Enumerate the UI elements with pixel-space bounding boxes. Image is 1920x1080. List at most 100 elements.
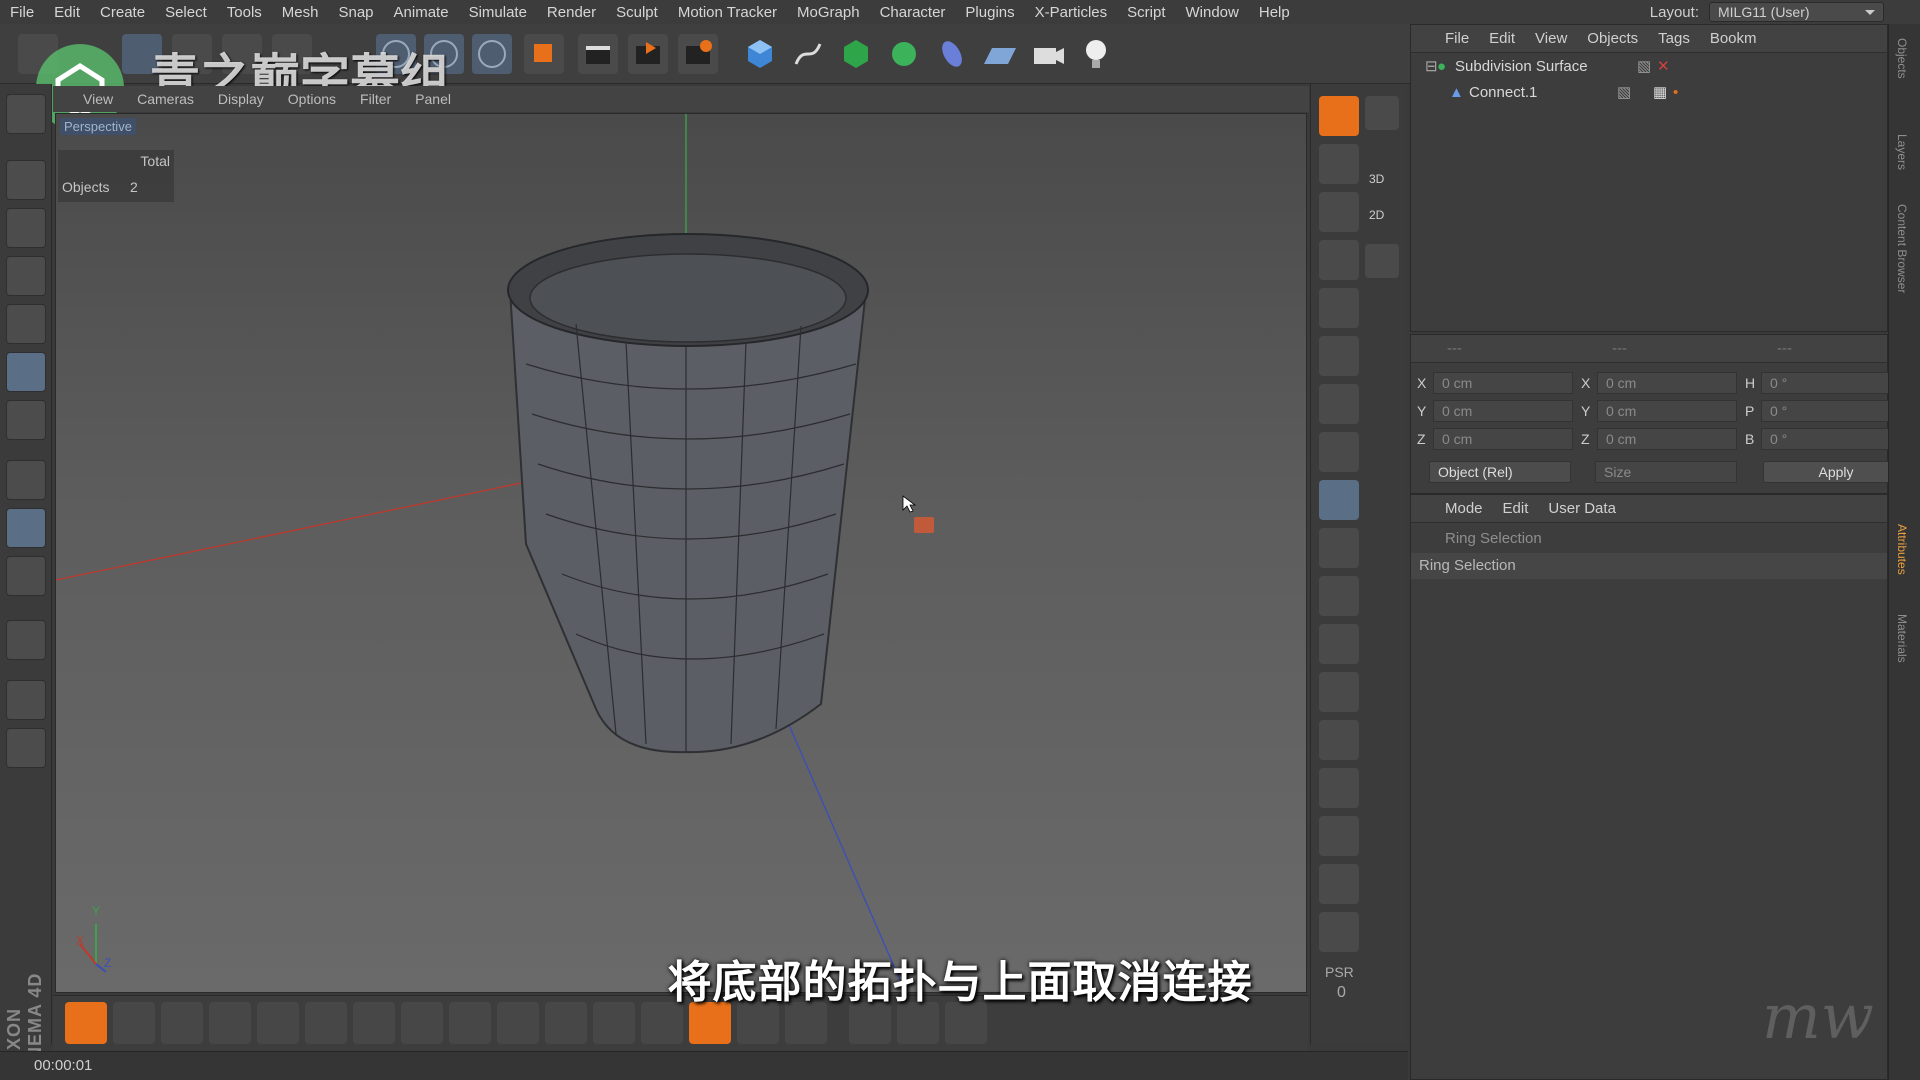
coord-value-field[interactable]: 0 ° — [1761, 372, 1901, 394]
snap-icon[interactable] — [6, 620, 46, 660]
object-menu-view[interactable]: View — [1535, 30, 1567, 47]
object-row-connect[interactable]: ▲ Connect.1 ▧ ▦ • — [1411, 79, 1887, 105]
texture-mode-icon[interactable] — [6, 208, 46, 248]
viewport-menu-display[interactable]: Display — [218, 91, 264, 107]
subdivision-surface-icon[interactable] — [836, 34, 876, 74]
visibility-icon[interactable]: ▧ — [1617, 83, 1653, 101]
material-tag-icon[interactable]: ▦ — [1653, 83, 1673, 101]
object-menu-bookm[interactable]: Bookm — [1710, 30, 1757, 47]
tweak-mode-icon[interactable] — [6, 508, 46, 548]
menu-edit[interactable]: Edit — [44, 4, 90, 21]
solo-icon[interactable] — [6, 556, 46, 596]
attribute-menu-edit[interactable]: Edit — [1503, 500, 1529, 517]
viewport-menu-view[interactable]: View — [83, 91, 113, 107]
viewport-menu-panel[interactable]: Panel — [415, 91, 451, 107]
stitch-icon[interactable] — [1319, 816, 1359, 856]
coord-value-field[interactable]: 0 cm — [1433, 428, 1573, 450]
coord-value-field[interactable]: 0 cm — [1597, 372, 1737, 394]
side-tab-layers[interactable]: Layers — [1895, 134, 1909, 170]
ring-selection-icon[interactable] — [1319, 480, 1359, 520]
menu-mograph[interactable]: MoGraph — [787, 4, 870, 21]
object-menu-file[interactable]: File — [1445, 30, 1469, 47]
menu-motion-tracker[interactable]: Motion Tracker — [668, 4, 787, 21]
menu-select[interactable]: Select — [155, 4, 217, 21]
menu-character[interactable]: Character — [870, 4, 956, 21]
coordinate-system-icon[interactable] — [524, 34, 564, 74]
link-icon[interactable] — [1319, 336, 1359, 376]
viewport-menu-cameras[interactable]: Cameras — [137, 91, 194, 107]
menu-window[interactable]: Window — [1176, 4, 1249, 21]
object-row-subdivision[interactable]: ⊟ ● Subdivision Surface ▧ ✕ — [1411, 53, 1887, 79]
bevel-icon[interactable] — [1319, 720, 1359, 760]
menu-snap[interactable]: Snap — [328, 4, 383, 21]
render-to-picture-viewer-icon[interactable] — [628, 34, 668, 74]
object-name[interactable]: Connect.1 — [1469, 84, 1617, 101]
object-menu-objects[interactable]: Objects — [1587, 30, 1638, 47]
light-icon[interactable] — [1076, 34, 1116, 74]
attribute-menu-mode[interactable]: Mode — [1445, 500, 1483, 517]
camera-label[interactable]: Perspective — [60, 118, 136, 135]
side-tab-objects[interactable]: Objects — [1895, 38, 1909, 79]
menu-tools[interactable]: Tools — [217, 4, 272, 21]
coord-value-field[interactable]: 0 cm — [1597, 400, 1737, 422]
knife-icon[interactable] — [1319, 528, 1359, 568]
extrude-icon[interactable] — [1319, 432, 1359, 472]
coord-value-field[interactable]: 0 cm — [1433, 372, 1573, 394]
three-d-label[interactable]: 3D — [1369, 172, 1384, 186]
normal-move-icon[interactable] — [1319, 864, 1359, 904]
menu-mesh[interactable]: Mesh — [272, 4, 329, 21]
menu-script[interactable]: Script — [1117, 4, 1175, 21]
menu-create[interactable]: Create — [90, 4, 155, 21]
camera-icon[interactable] — [1028, 34, 1068, 74]
menu-file[interactable]: File — [0, 4, 44, 21]
menu-x-particles[interactable]: X-Particles — [1025, 4, 1118, 21]
bridge-icon[interactable] — [1319, 672, 1359, 712]
disable-icon[interactable]: ✕ — [1657, 57, 1670, 75]
coord-value-field[interactable]: 0 ° — [1761, 400, 1901, 422]
object-menu-tags[interactable]: Tags — [1658, 30, 1690, 47]
edges-mode-icon[interactable] — [6, 352, 46, 392]
object-menu-edit[interactable]: Edit — [1489, 30, 1515, 47]
move-tool-icon[interactable] — [1319, 96, 1359, 136]
grid-icon[interactable] — [1319, 384, 1359, 424]
two-d-label[interactable]: 2D — [1369, 208, 1384, 222]
menu-plugins[interactable]: Plugins — [955, 4, 1024, 21]
render-view-icon[interactable] — [578, 34, 618, 74]
points-mode-icon[interactable] — [6, 304, 46, 344]
side-tab-attributes[interactable]: Attributes — [1895, 524, 1909, 575]
floor-icon[interactable] — [980, 34, 1020, 74]
workplane-lock-icon[interactable] — [6, 680, 46, 720]
menu-simulate[interactable]: Simulate — [459, 4, 537, 21]
snap-rotate-icon[interactable] — [1365, 244, 1399, 278]
spline-pen-icon[interactable] — [788, 34, 828, 74]
coord-value-field[interactable]: 0 ° — [1761, 428, 1901, 450]
workplane-mode-icon[interactable] — [6, 256, 46, 296]
deformer-icon[interactable] — [932, 34, 972, 74]
loop-cut-icon[interactable] — [1319, 576, 1359, 616]
object-name[interactable]: Subdivision Surface — [1455, 58, 1637, 75]
slide-icon[interactable] — [1319, 768, 1359, 808]
layout-select[interactable]: MILG11 (User) — [1709, 2, 1884, 22]
selection-points-icon[interactable] — [1319, 192, 1359, 232]
coord-value-field[interactable]: 0 cm — [1433, 400, 1573, 422]
menu-sculpt[interactable]: Sculpt — [606, 4, 668, 21]
side-tab-materials[interactable]: Materials — [1895, 614, 1909, 663]
viewport-menu-filter[interactable]: Filter — [360, 91, 391, 107]
polygon-pen-icon[interactable] — [1319, 240, 1359, 280]
visibility-icon[interactable]: ▧ — [1637, 57, 1657, 75]
render-settings-icon[interactable] — [678, 34, 718, 74]
snap-settings-icon[interactable] — [1365, 96, 1399, 130]
cube-object-icon[interactable] — [740, 34, 780, 74]
coord-mode-select[interactable]: Object (Rel) — [1429, 461, 1571, 483]
side-tab-content-browser[interactable]: Content Browser — [1895, 204, 1909, 293]
menu-animate[interactable]: Animate — [384, 4, 459, 21]
planar-workplane-icon[interactable] — [6, 728, 46, 768]
coord-size-select[interactable]: Size — [1595, 461, 1737, 483]
shuffle-icon[interactable] — [1319, 288, 1359, 328]
cloner-icon[interactable] — [884, 34, 924, 74]
coord-value-field[interactable]: 0 cm — [1597, 428, 1737, 450]
menu-help[interactable]: Help — [1249, 4, 1300, 21]
live-selection-tool-icon[interactable] — [1319, 144, 1359, 184]
menu-render[interactable]: Render — [537, 4, 606, 21]
make-editable-icon[interactable] — [6, 94, 46, 134]
